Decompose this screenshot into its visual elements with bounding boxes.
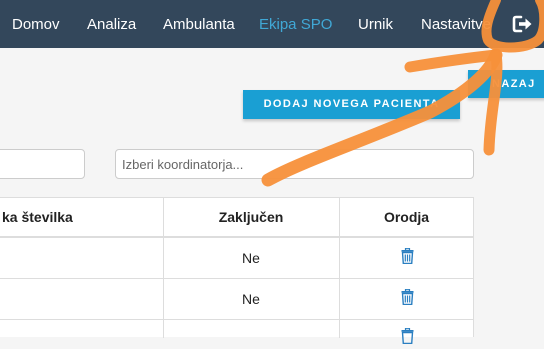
closed-cell: Ne: [242, 291, 260, 307]
back-button[interactable]: NAZAJ: [468, 70, 544, 98]
nav-nastavitve[interactable]: Nastavitve: [421, 16, 491, 33]
row-divider: [0, 319, 474, 320]
nav-domov[interactable]: Domov: [12, 16, 60, 33]
column-divider: [339, 198, 340, 338]
trash-icon[interactable]: [401, 247, 414, 269]
column-header-closed: Zaključen: [218, 209, 284, 225]
column-header-number: ka številka: [2, 209, 73, 225]
trash-icon[interactable]: [401, 327, 414, 349]
patients-table: ka številka Zaključen Orodja Ne Ne: [0, 197, 474, 345]
sign-out-icon[interactable]: [512, 14, 534, 34]
nav-ekipa-spo[interactable]: Ekipa SPO: [259, 16, 332, 33]
column-header-tools: Orodja: [383, 209, 430, 225]
header-divider: [0, 236, 474, 238]
add-patient-button[interactable]: DODAJ NOVEGA PACIENTA: [243, 90, 460, 119]
nav-analiza[interactable]: Analiza: [87, 16, 136, 33]
row-divider: [0, 278, 474, 279]
closed-cell: Ne: [242, 250, 260, 266]
trash-icon[interactable]: [401, 288, 414, 310]
nav-ambulanta[interactable]: Ambulanta: [163, 16, 235, 33]
top-navbar: Domov Analiza Ambulanta Ekipa SPO Urnik …: [0, 0, 544, 48]
coordinator-select[interactable]: [115, 149, 474, 179]
search-input[interactable]: [0, 149, 85, 179]
column-divider: [163, 198, 164, 338]
nav-urnik[interactable]: Urnik: [358, 16, 393, 33]
